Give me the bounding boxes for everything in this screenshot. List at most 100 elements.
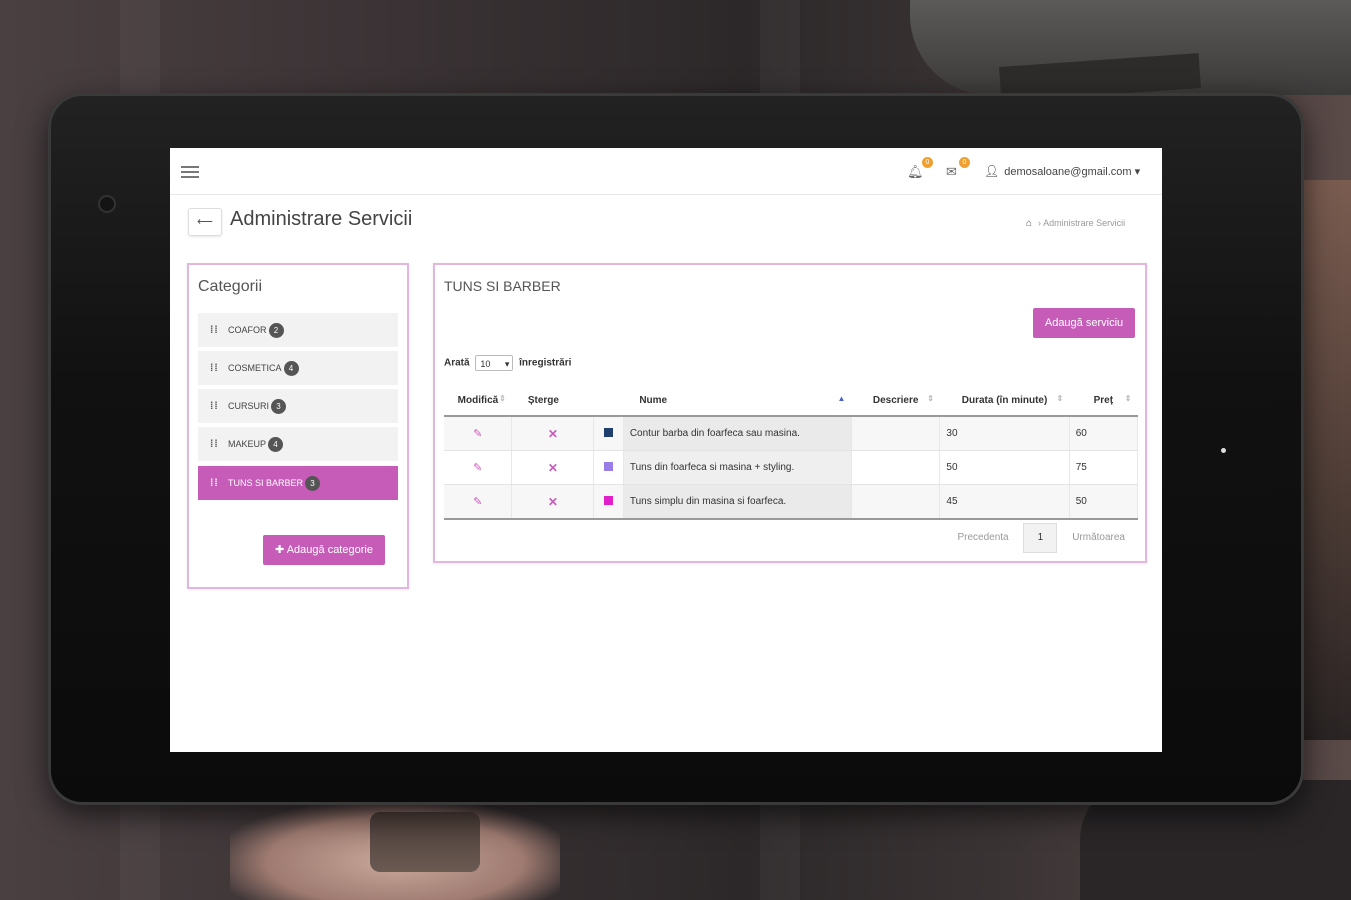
category-count-badge: 4 (268, 437, 284, 453)
chevron-down-icon: ▾ (1134, 166, 1141, 178)
sort-icon: ⇕ (499, 394, 506, 403)
service-price: 50 (1069, 484, 1139, 520)
color-swatch (604, 495, 614, 505)
service-duration: 45 (939, 484, 1070, 520)
color-cell (593, 450, 624, 485)
delete-icon[interactable]: ✕ (548, 461, 558, 475)
sort-icon: ⇕ (927, 394, 934, 403)
drag-handle-icon[interactable]: ⁞⁞ (210, 428, 218, 462)
breadcrumb-current: Administrare Servicii (1043, 218, 1126, 228)
table-row: ✎ ✕ Tuns simplu din masina si foarfeca. … (444, 484, 1139, 520)
edit-icon[interactable]: ✎ (473, 462, 482, 474)
services-table: Modifică ⇕ Șterge Nume ▲ Descriere ⇕ Durata… (444, 385, 1139, 520)
table-header-row: Modifică ⇕ Șterge Nume ▲ Descriere ⇕ Durata… (444, 385, 1138, 417)
delete-icon[interactable]: ✕ (548, 427, 558, 441)
app-screen: 🔔︎ 0 ✉ 0 👤︎ demosaloane@gmail.com ▾ ⟵ Adm… (170, 148, 1162, 752)
edit-icon[interactable]: ✎ (473, 496, 482, 508)
sort-asc-icon: ▲ (837, 394, 846, 403)
categories-panel: Categorii ⁞⁞ COAFOR 2 ⁞⁞ COSMETICA 4 ⁞⁞ CURSU… (187, 263, 409, 589)
table-row: ✎ ✕ Contur barba din foarfeca sau masina… (444, 416, 1139, 451)
column-header-nume[interactable]: Nume ▲ (623, 385, 852, 417)
camera-icon (98, 195, 116, 213)
category-label: MAKEUP (228, 439, 267, 449)
column-header-descriere[interactable]: Descriere ⇕ (851, 385, 940, 417)
length-suffix: înregistrări (519, 357, 572, 369)
color-swatch (604, 461, 614, 471)
column-header-durata[interactable]: Durata (în minute) ⇕ (939, 385, 1070, 417)
breadcrumb: ⌂ › Administrare Servicii (1026, 218, 1125, 229)
delete-cell: ✕ (511, 484, 595, 520)
category-count-badge: 3 (271, 399, 287, 415)
service-price: 75 (1069, 450, 1139, 485)
column-header-sterge: Șterge (511, 385, 594, 417)
services-panel: TUNS SI BARBER Adaugă serviciu Arată 10 … (433, 263, 1147, 563)
service-description (851, 450, 941, 485)
edit-cell: ✎ (444, 416, 513, 451)
add-category-button[interactable]: ✚ Adaugă categorie (263, 535, 385, 565)
page-title: Administrare Servicii (230, 208, 413, 230)
pagination-page-1[interactable]: 1 (1023, 523, 1058, 553)
page-length-select[interactable]: 10 (475, 355, 514, 372)
category-item-tuns-si-barber[interactable]: ⁞⁞ TUNS SI BARBER 3 (198, 466, 398, 500)
category-count-badge: 4 (283, 361, 299, 377)
user-icon: 👤︎ (984, 164, 1000, 178)
length-prefix: Arată (444, 357, 470, 369)
pagination-previous[interactable]: Precedenta (957, 532, 1008, 543)
category-count-badge: 3 (305, 476, 321, 492)
service-description (851, 416, 941, 451)
envelope-icon[interactable]: ✉ (946, 164, 957, 180)
edit-icon[interactable]: ✎ (473, 428, 482, 440)
color-cell (593, 484, 624, 520)
background-watch (370, 812, 480, 872)
delete-icon[interactable]: ✕ (548, 495, 558, 509)
pagination: Precedenta 1 Următoarea (957, 523, 1125, 553)
edit-cell: ✎ (444, 484, 513, 520)
services-title: TUNS SI BARBER (444, 278, 561, 294)
delete-cell: ✕ (511, 416, 595, 451)
service-price: 60 (1069, 416, 1139, 451)
category-label: TUNS SI BARBER (228, 478, 304, 488)
drag-handle-icon[interactable]: ⁞⁞ (210, 390, 218, 424)
home-icon[interactable]: ⌂ (1026, 218, 1032, 229)
breadcrumb-separator: › (1038, 218, 1042, 228)
add-service-button[interactable]: Adaugă serviciu (1033, 308, 1135, 338)
category-label: COAFOR (228, 325, 267, 335)
category-item-makeup[interactable]: ⁞⁞ MAKEUP 4 (198, 427, 398, 461)
service-duration: 30 (939, 416, 1070, 451)
service-name: Tuns simplu din masina si foarfeca. (623, 484, 852, 520)
category-item-cosmetica[interactable]: ⁞⁞ COSMETICA 4 (198, 351, 398, 385)
column-header-pret[interactable]: Preț ⇕ (1069, 385, 1138, 417)
user-menu[interactable]: 👤︎ demosaloane@gmail.com ▾ (984, 164, 1140, 178)
color-swatch (604, 427, 614, 437)
page-length-control: Arată 10 înregistrări (444, 355, 572, 372)
category-label: CURSURI (228, 401, 270, 411)
service-name: Tuns din foarfeca si masina + styling. (623, 450, 852, 485)
menu-icon[interactable] (181, 166, 199, 178)
categories-title: Categorii (198, 278, 263, 295)
drag-handle-icon[interactable]: ⁞⁞ (210, 352, 218, 386)
sort-icon: ⇕ (1124, 394, 1132, 403)
category-item-cursuri[interactable]: ⁞⁞ CURSURI 3 (198, 389, 398, 423)
top-bar: 🔔︎ 0 ✉ 0 👤︎ demosaloane@gmail.com ▾ (170, 148, 1162, 195)
category-item-coafor[interactable]: ⁞⁞ COAFOR 2 (198, 313, 398, 347)
back-button[interactable]: ⟵ (188, 208, 222, 236)
category-label: COSMETICA (228, 363, 282, 373)
bell-icon[interactable]: 🔔︎ (907, 164, 924, 180)
service-description (851, 484, 941, 520)
column-header-color (593, 385, 624, 417)
table-row: ✎ ✕ Tuns din foarfeca si masina + stylin… (444, 450, 1139, 485)
edit-cell: ✎ (444, 450, 513, 485)
column-header-modifica[interactable]: Modifică ⇕ (444, 385, 512, 417)
delete-cell: ✕ (511, 450, 595, 485)
pagination-next[interactable]: Următoarea (1072, 532, 1125, 543)
service-duration: 50 (939, 450, 1070, 485)
notifications-badge: 0 (922, 157, 933, 168)
sensor-dot (1221, 448, 1226, 453)
drag-handle-icon[interactable]: ⁞⁞ (210, 314, 218, 348)
color-cell (593, 416, 624, 451)
drag-handle-icon[interactable]: ⁞⁞ (210, 467, 218, 501)
category-count-badge: 2 (268, 323, 284, 339)
sort-icon: ⇕ (1056, 394, 1064, 403)
service-name: Contur barba din foarfeca sau masina. (623, 416, 852, 451)
user-email: demosaloane@gmail.com (1004, 166, 1132, 178)
